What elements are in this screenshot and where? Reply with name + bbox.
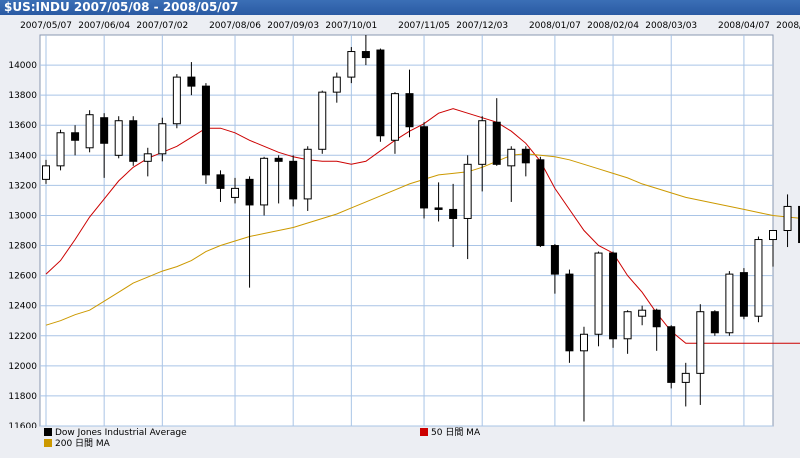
- legend-ma200-label: 200 日間 MA: [55, 439, 110, 449]
- candle-up: [638, 309, 647, 317]
- legend-ma50-label: 50 日間 MA: [431, 428, 481, 438]
- candle-up: [769, 230, 777, 241]
- candle-up: [579, 333, 588, 352]
- x-tick-label: 2007/11/05: [398, 21, 450, 31]
- candle-up: [231, 187, 240, 198]
- candle-down: [187, 76, 196, 87]
- candle-up: [754, 239, 763, 317]
- candle-down: [739, 272, 748, 317]
- candle-down: [289, 160, 298, 200]
- x-tick-label: 2007/08/06: [209, 21, 261, 31]
- legend-dow-label: Dow Jones Industrial Average: [55, 428, 187, 438]
- x-tick-label: 2008/04/07: [718, 21, 770, 31]
- candle-up: [42, 165, 50, 180]
- x-tick-label: 2008/03/03: [645, 21, 697, 31]
- candle-down: [565, 273, 574, 352]
- x-tick-label: 2007/05/07: [20, 21, 72, 31]
- y-tick-label: 11600: [8, 422, 37, 428]
- candle-down: [100, 117, 109, 144]
- legend-ma50-swatch: [420, 428, 428, 436]
- candle-down: [492, 121, 501, 165]
- legend-dow-swatch: [44, 428, 52, 436]
- candle-up: [594, 252, 603, 335]
- y-tick-label: 14000: [8, 61, 37, 71]
- candle-down: [376, 49, 385, 137]
- candle-down: [536, 159, 545, 247]
- candle-down: [667, 326, 676, 383]
- x-tick-label: 2007/10/01: [325, 21, 377, 31]
- x-tick-label: 2007/06/04: [78, 21, 130, 31]
- y-tick-label: 12400: [8, 302, 37, 312]
- y-tick-label: 13000: [8, 211, 37, 221]
- candle-up: [332, 76, 341, 93]
- candle-down: [405, 93, 414, 128]
- chart-title: $US:INDU 2007/05/08 - 2008/05/07: [4, 0, 239, 14]
- candle-up: [158, 123, 167, 155]
- candle-down: [609, 252, 618, 340]
- candle-down: [449, 208, 458, 219]
- x-tick-label: 2008/01/07: [529, 21, 581, 31]
- candle-up: [507, 148, 516, 167]
- title-bar: $US:INDU 2007/05/08 - 2008/05/07: [0, 0, 800, 15]
- candle-down: [652, 309, 661, 328]
- candle-down: [521, 148, 530, 164]
- candle-up: [347, 51, 356, 78]
- candle-up: [114, 120, 123, 156]
- candle-up: [260, 157, 269, 206]
- candle-down: [245, 178, 254, 206]
- y-tick-label: 13200: [8, 181, 37, 191]
- candle-up: [143, 153, 152, 162]
- candle-up: [390, 93, 399, 141]
- candle-up: [783, 205, 792, 231]
- candle-down: [201, 85, 210, 176]
- y-tick-label: 12800: [8, 242, 37, 252]
- candle-up: [85, 114, 94, 149]
- candle-up: [696, 311, 705, 374]
- candle-down: [71, 132, 80, 141]
- legend-ma50: 50 日間 MA: [420, 428, 480, 439]
- candle-down: [216, 174, 225, 189]
- candle-down: [710, 311, 719, 334]
- candle-down: [129, 120, 138, 162]
- x-tick-label: 2008/02/04: [587, 21, 639, 31]
- candle-up: [681, 372, 690, 383]
- candlestick-chart: 11600 11800 12000 12200 12400 12600 12800 13000…: [8, 21, 800, 428]
- candle-down: [434, 207, 443, 210]
- legend-ma200: 200 日間 MA: [44, 439, 110, 450]
- candle-down: [550, 245, 559, 275]
- candle-up: [623, 311, 632, 340]
- x-tick-label: 2007/09/03: [267, 21, 319, 31]
- x-tick-label: 2007/07/02: [136, 21, 188, 31]
- x-tick-label: 2007/12/03: [456, 21, 508, 31]
- x-tick-label: 2008/05/05: [776, 21, 800, 31]
- candle-up: [303, 148, 312, 200]
- y-tick-label: 12000: [8, 362, 37, 372]
- candle-up: [725, 273, 734, 334]
- candle-down: [274, 157, 283, 162]
- candle-up: [463, 163, 472, 219]
- y-tick-label: 13400: [8, 151, 37, 161]
- y-tick-label: 11800: [8, 392, 37, 402]
- candle-up: [172, 76, 181, 125]
- candle-down: [420, 126, 429, 209]
- candle-down: [361, 51, 370, 59]
- y-tick-label: 13800: [8, 91, 37, 101]
- y-tick-label: 12200: [8, 332, 37, 342]
- candle-up: [478, 120, 487, 165]
- y-tick-label: 13600: [8, 121, 37, 131]
- legend-ma200-swatch: [44, 439, 52, 447]
- candle-up: [56, 132, 65, 167]
- candle-up: [318, 91, 327, 150]
- legend-dow: Dow Jones Industrial Average: [44, 428, 187, 439]
- y-tick-label: 12600: [8, 272, 37, 282]
